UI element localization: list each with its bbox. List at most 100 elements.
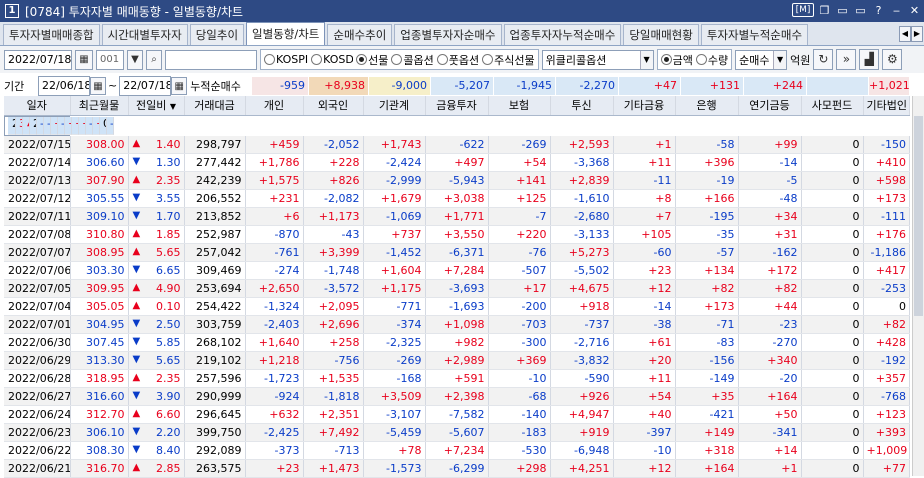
table-row[interactable]: 2022/07/07 308.95 ▲ 5.65 257,042 -761 +3,399 -1… <box>4 243 910 262</box>
calendar-icon[interactable]: ▦ <box>90 76 106 95</box>
table-row[interactable]: 2022/06/27 316.60 ▼ 3.90 290,999 -924 -1,818 +3… <box>4 387 910 406</box>
col-individual[interactable]: 개인 <box>245 96 304 116</box>
table-row[interactable]: 2022/06/21 316.70 ▲ 2.85 263,575 +23 +1,473 -1,… <box>4 459 910 478</box>
col-financial[interactable]: 금융투자 <box>425 96 489 116</box>
table-row[interactable]: 2022/06/23 306.10 ▼ 2.20 399,750 -2,425 +7,492… <box>4 423 910 442</box>
col-other-corp[interactable]: 기타법인 <box>863 96 910 116</box>
refresh-icon[interactable]: ↻ <box>813 49 834 70</box>
cell-text: 0 <box>852 336 860 349</box>
col-institution[interactable]: 기관계 <box>363 96 426 116</box>
tab-today-trades[interactable]: 당일매매현황 <box>623 24 699 45</box>
table-row[interactable]: 2022/07/12 305.55 ▼ 3.55 206,552 +231 -2,082 +1… <box>4 189 910 208</box>
tab-net-buy-trend[interactable]: 순매수추이 <box>327 24 393 45</box>
cell-value: +357 <box>863 369 910 388</box>
table-row[interactable]: 2022/07/06 303.30 ▼ 6.65 309,469 -274 -1,748 +1… <box>4 261 910 280</box>
col-other-financial[interactable]: 기타금융 <box>613 96 676 116</box>
tab-intraday-trend[interactable]: 당일추이 <box>189 24 245 45</box>
tab-investor-cumulative[interactable]: 투자자별누적순매수 <box>700 24 809 45</box>
date-input[interactable]: 2022/07/18 <box>4 49 72 70</box>
table-row[interactable]: 2022/07/04 305.05 ▲ 0.10 254,422 -1,324 +2,095… <box>4 297 910 316</box>
from-date-input[interactable]: 22/06/18 <box>38 75 90 96</box>
col-private-fund[interactable]: 사모펀드 <box>801 96 864 116</box>
cell-text: -269 <box>521 137 547 151</box>
table-row[interactable]: 2022/07/13 307.90 ▲ 2.35 242,239 +1,575 +826 -2… <box>4 171 910 190</box>
cell-value: +3,509 <box>363 387 426 406</box>
window-icon[interactable]: ▭ <box>835 3 850 18</box>
next-icon[interactable]: » <box>836 49 857 70</box>
tab-right-icon[interactable]: ▶ <box>911 26 923 42</box>
code-input[interactable]: 001 <box>96 49 124 70</box>
scroll-thumb[interactable] <box>914 116 923 316</box>
col-insurance[interactable]: 보험 <box>488 96 551 116</box>
radio-kospi[interactable]: KOSPI <box>264 53 308 66</box>
font-size-icon[interactable]: ▭ <box>853 3 868 18</box>
radio-stock-futures[interactable]: 주식선물 <box>482 52 535 68</box>
down-arrow-icon: ▼ <box>132 210 141 221</box>
cell-value: +459 <box>245 135 304 154</box>
col-date[interactable]: 일자 <box>4 96 71 116</box>
chart-icon[interactable]: ▟ <box>859 49 880 70</box>
gear-icon[interactable]: ⚙ <box>882 49 903 70</box>
mode-select[interactable]: 순매수 ▼ <box>735 49 788 70</box>
calendar-icon[interactable]: ▦ <box>75 49 93 70</box>
close-icon[interactable]: ✕ <box>907 3 922 18</box>
table-row[interactable]: 2022/06/28 318.95 ▲ 2.35 257,596 -1,723 +1,535… <box>4 369 910 388</box>
col-pension[interactable]: 연기금등 <box>738 96 802 116</box>
vertical-scrollbar[interactable] <box>912 96 924 476</box>
calendar-icon[interactable]: ▦ <box>171 76 188 95</box>
col-front-month[interactable]: 최근월물 <box>70 96 129 116</box>
restore-icon[interactable]: ❐ <box>817 3 832 18</box>
table-row[interactable]: 2022/06/24 312.70 ▲ 6.60 296,645 +632 +2,351 -3… <box>4 405 910 424</box>
col-change[interactable]: 전일비 ▼ <box>128 96 185 116</box>
radio-call[interactable]: 콜옵션 <box>391 52 434 68</box>
tab-sector-cumulative[interactable]: 업종투자자누적순매수 <box>503 24 622 45</box>
cell-text: +3,509 <box>380 390 422 403</box>
radio-kosdaq[interactable]: KOSDAQ <box>311 53 353 66</box>
tab-investor-summary[interactable]: 투자자별매매종합 <box>3 24 100 45</box>
col-foreign[interactable]: 외국인 <box>303 96 364 116</box>
search-icon[interactable]: ⌕ <box>146 49 162 70</box>
table-row[interactable]: 2022/06/22 308.30 ▼ 8.40 292,089 -373 -713 +78 +… <box>4 441 910 460</box>
radio-futures[interactable]: 선물 <box>356 52 388 68</box>
help-icon[interactable]: ? <box>871 3 886 18</box>
table-row[interactable]: 2022/06/29 313.30 ▼ 5.65 219,102 +1,218 -756 -2… <box>4 351 910 370</box>
name-input[interactable] <box>165 49 257 70</box>
table-row[interactable]: 2022/07/08 310.80 ▲ 1.85 252,987 -870 -43 +737 +… <box>4 225 910 244</box>
minimize-icon[interactable]: ‒ <box>889 3 904 18</box>
tab-daily-chart[interactable]: 일별동향/차트 <box>246 22 326 45</box>
cell-text: -5 <box>786 174 798 187</box>
radio-quantity[interactable]: 수량 <box>695 52 728 68</box>
cell-text: -195 <box>709 210 735 223</box>
table-row[interactable]: 2022/07/01 304.95 ▼ 2.50 303,759 -2,403 +2,696… <box>4 315 910 334</box>
cell-text: -5,943 <box>449 174 485 187</box>
product-select[interactable]: 위클리콜옵션 ▼ <box>541 49 654 70</box>
table-row[interactable]: 2022/07/05 309.95 ▲ 4.90 253,694 +2,650 -3,572… <box>4 279 910 298</box>
cell-date: 2022/07/05 <box>4 279 71 298</box>
cell-value: -3,133 <box>550 225 614 244</box>
cell-text: -341 <box>772 426 798 439</box>
cell-volume: 253,694 <box>184 279 246 298</box>
cell-text: 2022/06/22 <box>8 444 70 457</box>
cell-text: -1,069 <box>386 210 422 223</box>
col-trust[interactable]: 투신 <box>550 96 614 116</box>
cell-text: 277,442 <box>196 156 242 169</box>
to-date-input[interactable]: 22/07/18 <box>119 75 172 96</box>
table-row[interactable]: 2022/07/14 306.60 ▼ 1.30 277,442 +1,786 +228 -2… <box>4 153 910 172</box>
table-row[interactable]: 2022/07/18316.00▲8.00215,587-2,355-1,211… <box>4 115 114 136</box>
tab-hourly-investor[interactable]: 시간대별투자자 <box>101 24 188 45</box>
tab-left-icon[interactable]: ◀ <box>899 26 911 42</box>
table-row[interactable]: 2022/07/11 309.10 ▼ 1.70 213,852 +6 +1,173 -1,0… <box>4 207 910 226</box>
col-bank[interactable]: 은행 <box>675 96 739 116</box>
up-arrow-icon: ▲ <box>132 137 141 149</box>
dropdown-icon[interactable]: ▼ <box>127 49 143 70</box>
cell-value: +1,535 <box>303 369 364 388</box>
radio-amount[interactable]: 금액 <box>660 52 693 68</box>
table-row[interactable]: 2022/07/15 308.00 ▲ 1.40 298,797 +459 -2,052 +1… <box>4 135 910 154</box>
radio-put[interactable]: 풋옵션 <box>436 52 479 68</box>
table-row[interactable]: 2022/06/30 307.45 ▼ 5.85 268,102 +1,640 +258 -2… <box>4 333 910 352</box>
cell-text: -168 <box>396 372 422 385</box>
tab-sector-net-buy[interactable]: 업종별투자자순매수 <box>394 24 502 45</box>
cell-change: ▲ 6.60 <box>128 405 185 424</box>
link-icon[interactable]: [M] <box>792 3 814 17</box>
col-volume[interactable]: 거래대금 <box>184 96 246 116</box>
